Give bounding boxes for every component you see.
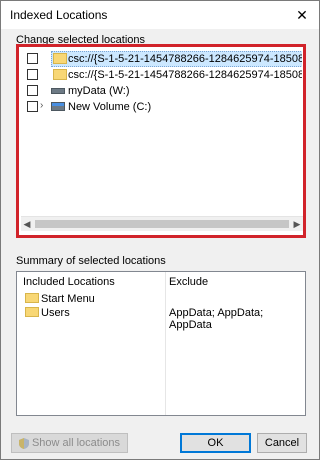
expand-chevron-icon[interactable]: › [40, 100, 50, 111]
tree-item[interactable]: csc://{S-1-5-21-1454788266-1284625974-18… [20, 67, 302, 83]
folder-icon [53, 69, 67, 80]
scroll-right-icon[interactable]: ▶ [291, 218, 303, 230]
cancel-button[interactable]: Cancel [257, 433, 307, 453]
summary-table: Included Locations Exclude Start Menu Us… [16, 271, 306, 416]
ok-button[interactable]: OK [180, 433, 251, 453]
tree-item-label: New Volume (C:) [68, 101, 152, 113]
tree-item-checkbox[interactable] [27, 101, 38, 112]
locations-tree[interactable]: csc://{S-1-5-21-1454788266-1284625974-18… [16, 44, 306, 236]
close-icon[interactable]: ✕ [285, 1, 319, 29]
show-all-label: Show all locations [31, 437, 121, 449]
summary-label: Summary of selected locations [16, 255, 166, 267]
tree-item-label: myData (W:) [68, 85, 130, 97]
window-title: Indexed Locations [10, 8, 108, 22]
tree-item[interactable]: myData (W:) [20, 83, 290, 99]
tree-item[interactable]: csc://{S-1-5-21-1454788266-1284625974-18… [20, 51, 302, 67]
drive-icon [51, 88, 65, 94]
title-bar: Indexed Locations ✕ [1, 1, 319, 29]
scrollbar-thumb[interactable] [35, 220, 289, 228]
tree-item-label: csc://{S-1-5-21-1454788266-1284625974-18… [68, 53, 302, 65]
folder-icon [53, 53, 67, 64]
drive-icon [51, 102, 65, 111]
folder-icon [25, 293, 39, 303]
column-divider [165, 272, 166, 415]
tree-item[interactable]: › New Volume (C:) [20, 99, 290, 115]
column-header-included: Included Locations [23, 276, 115, 288]
tree-item-checkbox[interactable] [27, 69, 38, 80]
included-location: Start Menu [41, 293, 95, 305]
show-all-locations-button[interactable]: Show all locations [11, 433, 128, 453]
uac-shield-icon [18, 437, 29, 449]
horizontal-scrollbar[interactable]: ◀ ▶ [21, 216, 303, 231]
column-header-exclude: Exclude [169, 276, 209, 288]
folder-icon [25, 307, 39, 317]
tree-item-checkbox[interactable] [27, 85, 38, 96]
indexed-locations-dialog: Indexed Locations ✕ Change selected loca… [0, 0, 320, 460]
scroll-left-icon[interactable]: ◀ [21, 218, 33, 230]
tree-item-checkbox[interactable] [27, 53, 38, 64]
included-location: Users [41, 307, 70, 319]
exclude-value: AppData; AppData; AppData [169, 307, 264, 331]
tree-item-label: csc://{S-1-5-21-1454788266-1284625974-18… [68, 69, 302, 81]
